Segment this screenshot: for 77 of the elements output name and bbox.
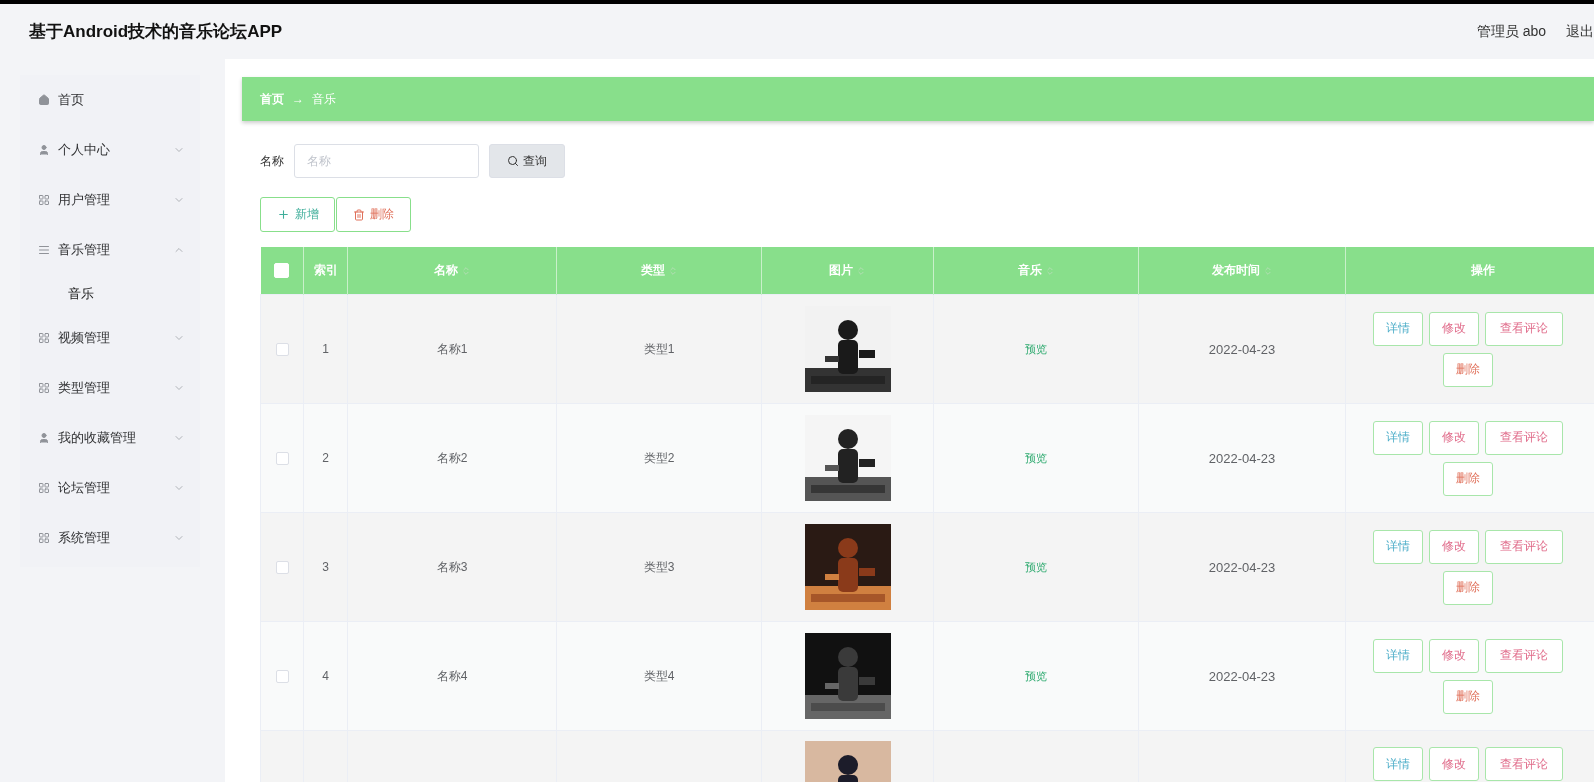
row-action-button[interactable]: 详情 [1373, 529, 1423, 564]
grid-icon [38, 532, 50, 544]
row-action-button[interactable]: 查看评论 [1485, 420, 1563, 455]
table-cell: 名称3 [436, 559, 468, 574]
search-button[interactable]: 查询 [489, 144, 565, 178]
preview-link[interactable]: 预览 [1025, 560, 1047, 573]
menu-item[interactable]: 系统管理 [20, 513, 200, 563]
table-cell: 类型2 [643, 450, 675, 465]
delete-button[interactable]: 删除 [336, 197, 411, 232]
table-cell: 4 [322, 669, 329, 683]
preview-link[interactable]: 预览 [1025, 669, 1047, 682]
row-action-button[interactable]: 查看评论 [1485, 529, 1563, 564]
row-action-button[interactable]: 详情 [1373, 420, 1423, 455]
grid-icon [38, 482, 50, 494]
search-field[interactable]: 名称 [294, 144, 479, 178]
menu-item[interactable]: 个人中心 [20, 125, 200, 175]
menu-item[interactable]: 音乐管理 [20, 225, 200, 275]
grid-icon [38, 382, 50, 394]
plus-icon [276, 208, 290, 221]
table-cell: 3 [322, 560, 329, 574]
row-action-button[interactable]: 删除 [1443, 679, 1493, 714]
table-cell: 2022-04-23 [1208, 559, 1276, 575]
trash-icon [353, 208, 365, 221]
list-icon [38, 244, 50, 256]
table-cell: 名称4 [436, 668, 468, 683]
row-action-button[interactable]: 详情 [1373, 311, 1423, 346]
row-action-button[interactable]: 详情 [1373, 638, 1423, 673]
user-icon [38, 144, 50, 156]
row-action-button[interactable]: 修改 [1429, 638, 1479, 673]
row-action-button[interactable]: 查看评论 [1485, 747, 1563, 781]
grid-icon [38, 332, 50, 344]
row-action-button[interactable]: 修改 [1429, 420, 1479, 455]
table-cell: 类型3 [643, 559, 675, 574]
row-action-button[interactable]: 删除 [1443, 461, 1493, 496]
menu-item[interactable]: 首页 [20, 75, 200, 125]
select-all-checkbox[interactable] [274, 263, 290, 279]
table-cell: 类型1 [643, 341, 675, 356]
row-action-button[interactable]: 修改 [1429, 747, 1479, 781]
row-action-button[interactable]: 详情 [1373, 747, 1423, 781]
add-button[interactable]: 新增 [260, 197, 335, 232]
table-cell: 2 [322, 451, 329, 465]
column-header: 操作 [1471, 262, 1495, 279]
table-cell: 类型4 [643, 668, 675, 683]
breadcrumb-separator: → [292, 92, 304, 106]
row-action-button[interactable]: 查看评论 [1485, 638, 1563, 673]
user-icon [38, 432, 50, 444]
menu-item[interactable]: 我的收藏管理 [20, 413, 200, 463]
row-action-button[interactable]: 删除 [1443, 570, 1493, 605]
row-action-button[interactable]: 查看评论 [1485, 311, 1563, 346]
admin-user: 管理员 abo [1476, 22, 1546, 41]
menu-item[interactable]: 视频管理 [20, 313, 200, 363]
table-cell: 名称1 [436, 341, 468, 356]
table-cell: 2022-04-23 [1208, 341, 1276, 357]
column-header: 索引 [313, 262, 338, 279]
home-icon [38, 94, 50, 106]
row-action-button[interactable]: 修改 [1429, 311, 1479, 346]
menu-item[interactable]: 类型管理 [20, 363, 200, 413]
app-title: 基于Android技术的音乐论坛APP [29, 21, 284, 43]
row-checkbox[interactable] [275, 343, 289, 357]
search-icon [507, 155, 519, 167]
logout-link[interactable]: 退出 [1566, 22, 1594, 41]
table-cell: 1 [322, 342, 329, 356]
search-label: 名称 [260, 152, 284, 170]
table-cell: 2022-04-23 [1208, 668, 1276, 684]
row-checkbox[interactable] [275, 452, 289, 466]
menu-item[interactable]: 论坛管理 [20, 463, 200, 513]
row-checkbox[interactable] [275, 561, 289, 575]
menu-item[interactable]: 用户管理 [20, 175, 200, 225]
preview-link[interactable]: 预览 [1025, 451, 1047, 464]
preview-link[interactable]: 预览 [1025, 342, 1047, 355]
row-action-button[interactable]: 修改 [1429, 529, 1479, 564]
table-cell: 2022-04-23 [1208, 450, 1276, 466]
table-cell: 名称2 [436, 450, 468, 465]
submenu-item[interactable]: 音乐 [20, 275, 200, 313]
row-action-button[interactable]: 删除 [1443, 352, 1493, 387]
row-checkbox[interactable] [275, 670, 289, 684]
grid-icon [38, 194, 50, 206]
